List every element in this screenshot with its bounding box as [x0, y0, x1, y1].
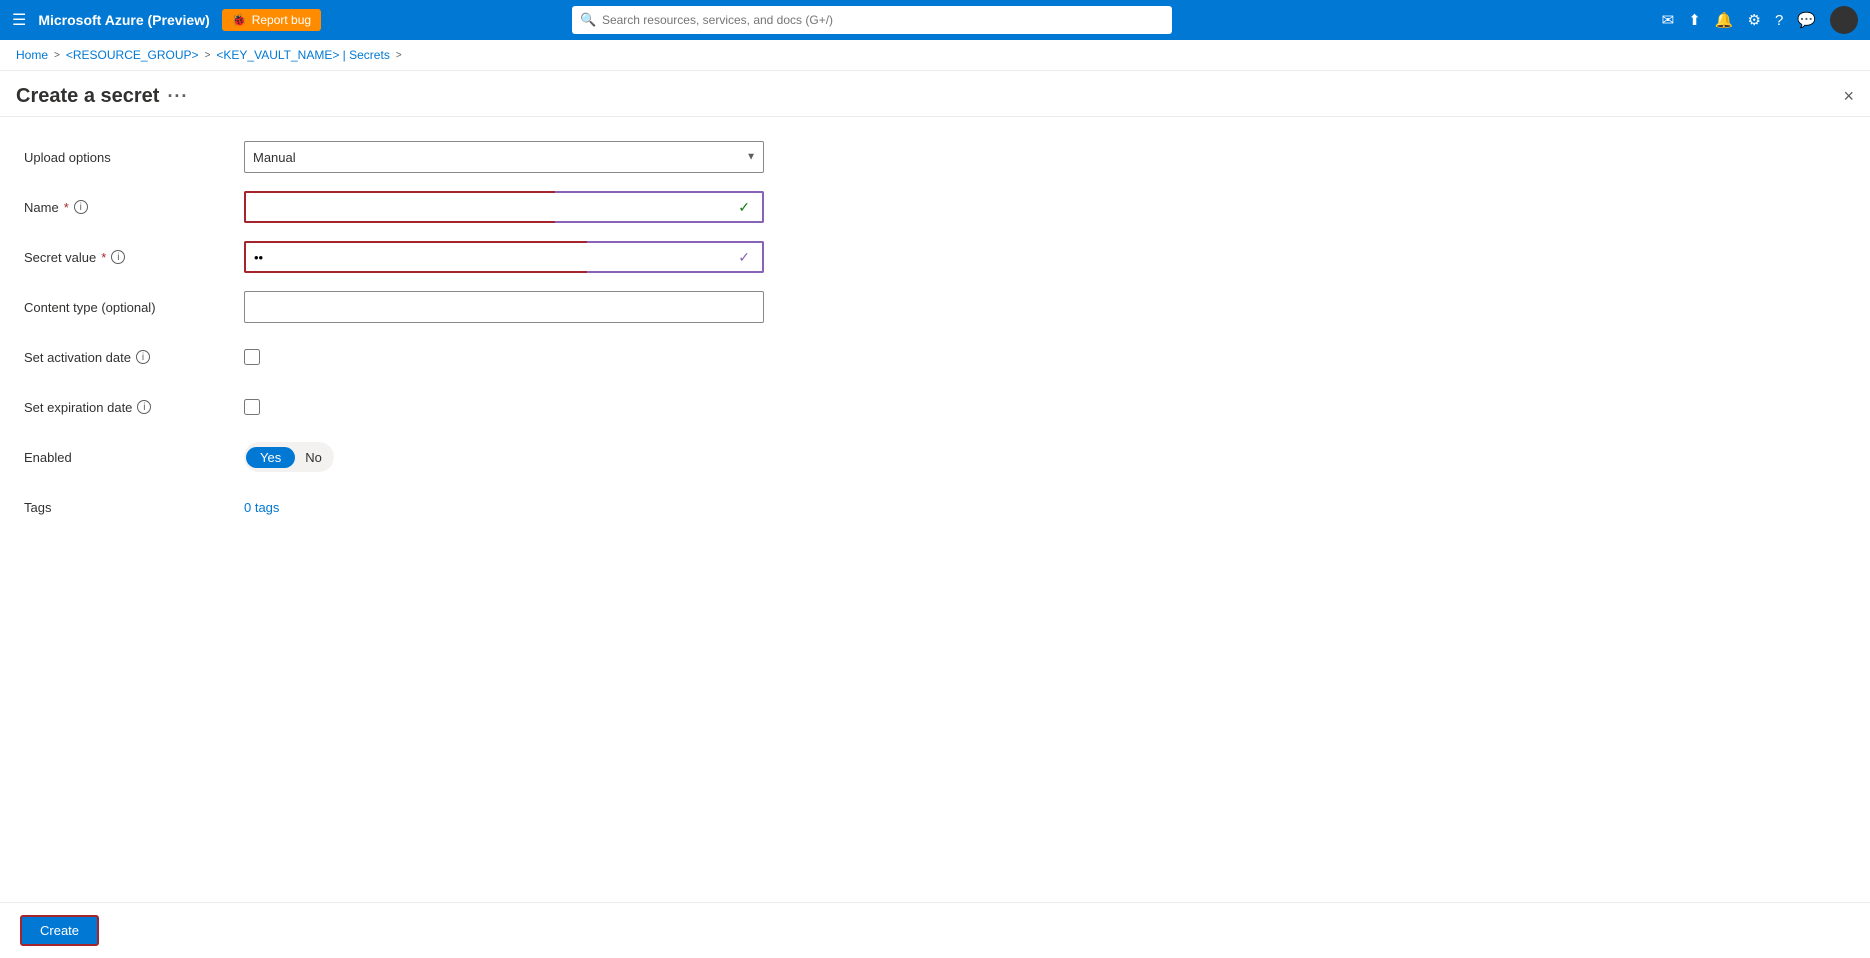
expiration-date-label: Set expiration date i	[24, 400, 244, 415]
activation-date-control	[244, 349, 876, 365]
page-header-left: Create a secret ···	[16, 85, 188, 108]
secret-info-icon[interactable]: i	[111, 250, 125, 264]
create-button[interactable]: Create	[20, 915, 99, 946]
activation-date-row: Set activation date i	[24, 341, 876, 373]
enabled-label: Enabled	[24, 450, 244, 465]
breadcrumb-resource-group[interactable]: <RESOURCE_GROUP>	[66, 48, 199, 62]
feedback-icon[interactable]: 💬	[1797, 11, 1816, 29]
name-required-star: *	[64, 200, 69, 215]
enabled-row: Enabled Yes No	[24, 441, 876, 473]
upload-options-control: Manual Certificate ▼	[244, 141, 876, 173]
bug-icon: 🐞	[232, 13, 247, 27]
upload-options-select-wrapper: Manual Certificate ▼	[244, 141, 764, 173]
page-footer: Create	[0, 902, 1870, 958]
gear-icon[interactable]: ⚙	[1748, 11, 1761, 29]
expiration-date-checkbox[interactable]	[244, 399, 260, 415]
report-bug-label: Report bug	[252, 13, 311, 27]
enabled-toggle: Yes No	[244, 442, 334, 472]
name-input-right: ✓	[555, 191, 764, 223]
tags-row: Tags 0 tags	[24, 491, 876, 523]
expiration-date-control	[244, 399, 876, 415]
secret-check-icon: ✓	[738, 249, 756, 266]
upload-options-select[interactable]: Manual Certificate	[244, 141, 764, 173]
secret-input[interactable]	[254, 250, 579, 265]
content-type-label: Content type (optional)	[24, 300, 244, 315]
page-title: Create a secret	[16, 85, 159, 108]
content-type-row: Content type (optional)	[24, 291, 876, 323]
name-info-icon[interactable]: i	[74, 200, 88, 214]
name-field-wrapper: <ACCESS_KEY_VALUE> ✓	[244, 191, 764, 223]
hamburger-icon[interactable]: ☰	[12, 10, 26, 30]
breadcrumb-key-vault[interactable]: <KEY_VAULT_NAME> | Secrets	[216, 48, 389, 62]
secret-value-label: Secret value * i	[24, 250, 244, 265]
tags-control: 0 tags	[244, 500, 876, 515]
name-input[interactable]: <ACCESS_KEY_VALUE>	[254, 200, 547, 215]
secret-input-right: ✓	[587, 241, 764, 273]
close-button[interactable]: ×	[1843, 86, 1854, 107]
report-bug-button[interactable]: 🐞 Report bug	[222, 9, 321, 31]
secret-input-left	[244, 241, 587, 273]
activation-date-checkbox[interactable]	[244, 349, 260, 365]
enabled-yes-button[interactable]: Yes	[246, 447, 295, 468]
topbar: ☰ Microsoft Azure (Preview) 🐞 Report bug…	[0, 0, 1870, 40]
activation-info-icon[interactable]: i	[136, 350, 150, 364]
topbar-icons: ✉ ⬆ 🔔 ⚙ ? 💬	[1662, 6, 1858, 34]
tags-label: Tags	[24, 500, 244, 515]
avatar[interactable]	[1830, 6, 1858, 34]
secret-required-star: *	[101, 250, 106, 265]
enabled-no-button[interactable]: No	[295, 447, 332, 468]
secret-value-row: Secret value * i ✓	[24, 241, 876, 273]
page-content: Create a secret ··· × Upload options Man…	[0, 71, 1870, 955]
tags-link[interactable]: 0 tags	[244, 500, 279, 515]
expiration-info-icon[interactable]: i	[137, 400, 151, 414]
upload-options-row: Upload options Manual Certificate ▼	[24, 141, 876, 173]
breadcrumb-home[interactable]: Home	[16, 48, 48, 62]
breadcrumb-sep-1: >	[54, 50, 60, 61]
activation-date-label: Set activation date i	[24, 350, 244, 365]
breadcrumb-sep-2: >	[205, 50, 211, 61]
page-header: Create a secret ··· ×	[0, 71, 1870, 117]
secret-value-wrapper: ✓	[244, 241, 764, 273]
secret-value-control: ✓	[244, 241, 876, 273]
search-input[interactable]	[572, 6, 1172, 34]
enabled-control: Yes No	[244, 442, 876, 472]
breadcrumb-sep-3: >	[396, 50, 402, 61]
content-type-control	[244, 291, 876, 323]
name-input-left: <ACCESS_KEY_VALUE>	[244, 191, 555, 223]
name-label: Name * i	[24, 200, 244, 215]
question-icon[interactable]: ?	[1775, 12, 1783, 29]
content-type-input[interactable]	[244, 291, 764, 323]
bell-icon[interactable]: 🔔	[1715, 11, 1734, 29]
form-container: Upload options Manual Certificate ▼ Name…	[0, 117, 900, 565]
search-bar: 🔍	[572, 6, 1172, 34]
name-check-icon: ✓	[738, 199, 756, 216]
email-icon[interactable]: ✉	[1662, 11, 1675, 29]
name-row: Name * i <ACCESS_KEY_VALUE> ✓	[24, 191, 876, 223]
search-icon: 🔍	[580, 12, 596, 28]
expiration-date-row: Set expiration date i	[24, 391, 876, 423]
upload-options-label: Upload options	[24, 150, 244, 165]
breadcrumb: Home > <RESOURCE_GROUP> > <KEY_VAULT_NAM…	[0, 40, 1870, 71]
name-control: <ACCESS_KEY_VALUE> ✓	[244, 191, 876, 223]
app-title: Microsoft Azure (Preview)	[38, 12, 209, 28]
more-options-icon[interactable]: ···	[167, 86, 188, 107]
upload-icon[interactable]: ⬆	[1688, 11, 1701, 29]
